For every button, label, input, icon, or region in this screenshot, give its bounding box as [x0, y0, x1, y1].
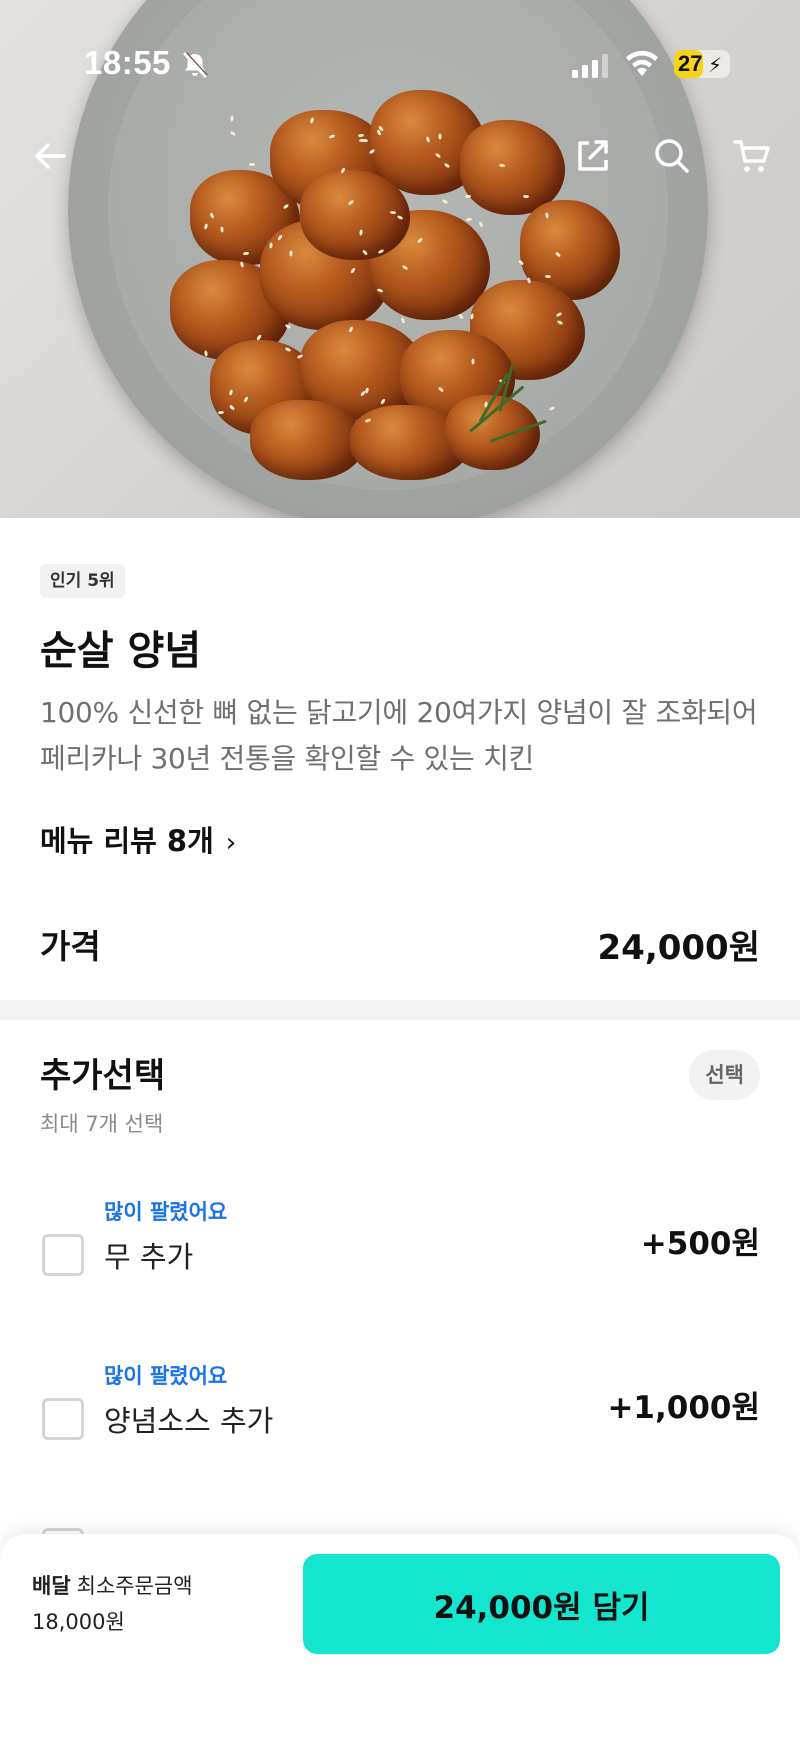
- min-order-label: 배달 최소주문금액: [32, 1570, 193, 1600]
- option-tag: 많이 팔렸어요: [104, 1200, 228, 1224]
- battery-percent: 27: [678, 51, 703, 76]
- min-order-text: 최소주문금액: [76, 1574, 193, 1598]
- option-name: 무 추가: [104, 1240, 194, 1274]
- option-tag: 많이 팔렸어요: [104, 1364, 228, 1388]
- signal-icon: [572, 54, 608, 78]
- sesame-seed: [217, 410, 225, 414]
- option-checkbox[interactable]: [42, 1398, 84, 1440]
- section-divider: [0, 1000, 800, 1020]
- menu-title: 순살 양념: [40, 628, 202, 674]
- popularity-badge: 인기 5위: [40, 564, 125, 598]
- chevron-right-icon: ›: [225, 828, 237, 858]
- cart-icon: [733, 140, 770, 172]
- min-order-value: 18,000원: [32, 1610, 125, 1634]
- options-subtitle: 최대 7개 선택: [40, 1112, 164, 1136]
- delivery-label: 배달: [32, 1574, 71, 1598]
- sesame-seed: [522, 194, 529, 198]
- status-time: 18:55: [84, 44, 171, 81]
- option-checkbox[interactable]: [42, 1234, 84, 1276]
- sesame-seed: [289, 250, 293, 257]
- price-value: 24,000원: [597, 928, 760, 968]
- bottom-order-bar: 배달 최소주문금액 18,000원 24,000원 담기: [0, 1534, 800, 1740]
- search-button[interactable]: [642, 126, 702, 186]
- sesame-seed: [438, 132, 442, 140]
- sesame-seed: [498, 163, 506, 168]
- chicken-piece: [250, 400, 365, 480]
- search-icon: [655, 139, 689, 173]
- bolt-icon: ⚡: [708, 53, 723, 77]
- arrow-left-icon: [35, 143, 66, 169]
- option-price: +500원: [640, 1226, 760, 1262]
- menu-description: 100% 신선한 뼈 없는 닭고기에 20여가지 양념이 잘 조화되어 페리카나…: [40, 696, 758, 775]
- cart-button[interactable]: [722, 126, 782, 186]
- price-label: 가격: [40, 927, 101, 966]
- sesame-seed: [249, 162, 256, 166]
- options-optional-pill: 선택: [689, 1050, 760, 1100]
- sesame-seed: [358, 138, 365, 142]
- add-to-cart-button[interactable]: 24,000원 담기: [303, 1554, 780, 1654]
- share-icon: [578, 140, 608, 171]
- sesame-seed: [219, 226, 224, 233]
- option-item[interactable]: 많이 팔렸어요 양념소스 추가 +1,000원: [40, 1360, 760, 1450]
- share-button[interactable]: [562, 126, 622, 186]
- option-price: +1,000원: [607, 1390, 760, 1426]
- option-item[interactable]: 많이 팔렸어요 무 추가 +500원: [40, 1196, 760, 1286]
- chicken-piece: [445, 395, 540, 470]
- status-bar: 18:55 27 ⚡: [0, 40, 800, 90]
- price-row: 가격 24,000원: [40, 920, 760, 970]
- bell-slash-icon: [183, 52, 208, 78]
- sesame-seed: [389, 210, 397, 214]
- back-button[interactable]: [20, 126, 80, 186]
- chicken-piece: [300, 170, 410, 260]
- options-title: 추가선택: [40, 1056, 166, 1096]
- menu-review-link[interactable]: 메뉴 리뷰 8개 ›: [40, 818, 236, 860]
- menu-review-label: 메뉴 리뷰 8개: [40, 824, 214, 858]
- option-name: 양념소스 추가: [104, 1404, 274, 1438]
- battery-charging-icon: 27 ⚡: [674, 50, 730, 78]
- wifi-icon: [626, 50, 658, 76]
